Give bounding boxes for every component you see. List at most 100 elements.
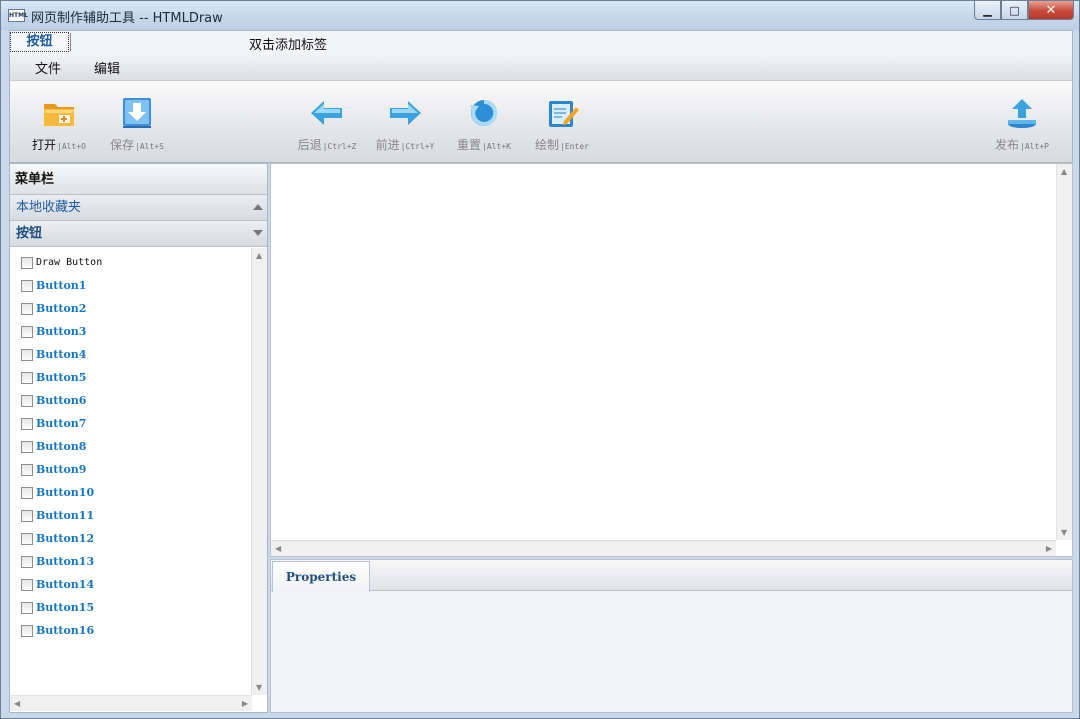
list-item-label: Button1: [36, 279, 87, 292]
checkbox[interactable]: [21, 440, 33, 453]
list-item-label: Button4: [36, 348, 87, 361]
open-label: 打开|Alt+O: [32, 138, 86, 152]
checkbox[interactable]: [21, 463, 33, 476]
tab-buttons[interactable]: 按钮: [10, 32, 69, 52]
reset-button[interactable]: 重置|Alt+K: [444, 81, 524, 163]
list-item-label: Button15: [36, 601, 95, 614]
list-item[interactable]: Button2: [21, 297, 252, 320]
list-item[interactable]: Button11: [21, 504, 252, 527]
list-item-label: Button12: [36, 532, 95, 545]
section-buttons[interactable]: 按钮: [10, 221, 267, 247]
list-horizontal-scrollbar[interactable]: ◀ ▶: [10, 695, 252, 711]
expand-arrow-icon[interactable]: [253, 230, 263, 236]
list-item[interactable]: Button14: [21, 573, 252, 596]
checkbox[interactable]: [21, 325, 33, 338]
properties-tab-strip: Properties: [271, 560, 1072, 592]
menu-bar: 文件 编辑: [9, 52, 1073, 80]
list-item-label: Button6: [36, 394, 87, 407]
button-list: Draw Button Button1 Button2 Button3 Button4 B…: [10, 248, 252, 695]
toolbar: 打开|Alt+O 保存|Alt+S 后退|Ctrl+Z 前进|Ctrl+Y 重置…: [9, 80, 1073, 163]
list-item[interactable]: Button12: [21, 527, 252, 550]
app-window: HTML 网页制作辅助工具 -- HTMLDraw ▁ □ ✕ 按钮 双击添加标…: [0, 0, 1080, 719]
checkbox[interactable]: [21, 555, 33, 568]
list-item-label: Button14: [36, 578, 95, 591]
checkbox[interactable]: [21, 532, 33, 545]
back-label: 后退|Ctrl+Z: [297, 138, 357, 152]
minimize-button[interactable]: ▁: [974, 1, 1001, 20]
list-item[interactable]: Button13: [21, 550, 252, 573]
list-item[interactable]: Button5: [21, 366, 252, 389]
checkbox[interactable]: [21, 371, 33, 384]
publish-label: 发布|Alt+P: [995, 138, 1049, 152]
checkbox[interactable]: [21, 302, 33, 315]
back-button[interactable]: 后退|Ctrl+Z: [287, 81, 367, 163]
tab-properties[interactable]: Properties: [272, 561, 370, 592]
arrow-left-icon: [311, 101, 342, 125]
app-icon: HTML: [8, 9, 28, 22]
list-item[interactable]: Button4: [21, 343, 252, 366]
scroll-down-icon[interactable]: ▼: [256, 683, 262, 692]
tab-strip[interactable]: 按钮 双击添加标签: [9, 30, 1073, 53]
list-item[interactable]: Button6: [21, 389, 252, 412]
save-label: 保存|Alt+S: [110, 138, 164, 152]
menu-file[interactable]: 文件: [35, 58, 61, 77]
save-button[interactable]: 保存|Alt+S: [97, 81, 177, 163]
list-item-label: Button8: [36, 440, 87, 453]
checkbox[interactable]: [21, 578, 33, 591]
canvas-scroll-right-icon[interactable]: ▶: [1046, 544, 1052, 553]
checkbox[interactable]: [21, 394, 33, 407]
list-item[interactable]: Button1: [21, 274, 252, 297]
tab-separator: [70, 33, 71, 51]
reset-icon: [470, 99, 498, 126]
menu-panel-header: 菜单栏: [10, 164, 267, 195]
checkbox[interactable]: [21, 624, 33, 637]
scroll-up-icon[interactable]: ▲: [256, 251, 262, 260]
collapse-arrow-icon[interactable]: [253, 204, 263, 210]
list-item[interactable]: Button10: [21, 481, 252, 504]
checkbox[interactable]: [21, 601, 33, 614]
list-item[interactable]: Button16: [21, 619, 252, 642]
maximize-button[interactable]: □: [1001, 1, 1028, 20]
close-icon: ✕: [1045, 2, 1057, 18]
checkbox[interactable]: [21, 348, 33, 361]
scroll-left-icon[interactable]: ◀: [14, 699, 20, 708]
canvas-scroll-up-icon[interactable]: ▲: [1061, 167, 1067, 176]
checkbox[interactable]: [21, 417, 33, 430]
list-item-label: Button3: [36, 325, 87, 338]
list-item-label: Button13: [36, 555, 95, 568]
design-canvas[interactable]: ▲ ▼ ◀ ▶: [270, 163, 1073, 557]
list-vertical-scrollbar[interactable]: ▲ ▼: [251, 248, 267, 695]
list-item-label: Button7: [36, 417, 87, 430]
checkbox[interactable]: [21, 279, 33, 292]
arrow-right-icon: [390, 101, 421, 125]
list-item[interactable]: Button8: [21, 435, 252, 458]
properties-panel: Properties: [270, 559, 1073, 713]
publish-button[interactable]: 发布|Alt+P: [982, 81, 1062, 163]
list-item[interactable]: Button9: [21, 458, 252, 481]
section-local-favorites[interactable]: 本地收藏夹: [10, 195, 267, 221]
canvas-scroll-down-icon[interactable]: ▼: [1061, 528, 1067, 537]
open-button[interactable]: 打开|Alt+O: [19, 81, 99, 163]
checkbox[interactable]: [21, 486, 33, 499]
list-item[interactable]: Button7: [21, 412, 252, 435]
maximize-icon: □: [1009, 3, 1020, 17]
canvas-vertical-scrollbar[interactable]: ▲ ▼: [1056, 164, 1072, 540]
title-bar[interactable]: HTML 网页制作辅助工具 -- HTMLDraw ▁ □ ✕: [1, 1, 1079, 30]
list-item[interactable]: Button15: [21, 596, 252, 619]
list-item[interactable]: Button3: [21, 320, 252, 343]
forward-button[interactable]: 前进|Ctrl+Y: [365, 81, 445, 163]
section-buttons-label: 按钮: [16, 226, 43, 241]
list-item[interactable]: Draw Button: [21, 251, 252, 274]
canvas-scroll-left-icon[interactable]: ◀: [275, 544, 281, 553]
minimize-icon: ▁: [983, 3, 992, 17]
checkbox[interactable]: [21, 256, 33, 269]
list-item-label: Button9: [36, 463, 87, 476]
scroll-right-icon[interactable]: ▶: [242, 699, 248, 708]
checkbox[interactable]: [21, 509, 33, 522]
close-button[interactable]: ✕: [1028, 1, 1074, 20]
draw-button[interactable]: 绘制|Enter: [522, 81, 602, 163]
list-item-label: Button11: [36, 509, 95, 522]
canvas-horizontal-scrollbar[interactable]: ◀ ▶: [271, 540, 1056, 556]
menu-edit[interactable]: 编辑: [94, 58, 120, 77]
window-title: 网页制作辅助工具 -- HTMLDraw: [31, 11, 223, 26]
